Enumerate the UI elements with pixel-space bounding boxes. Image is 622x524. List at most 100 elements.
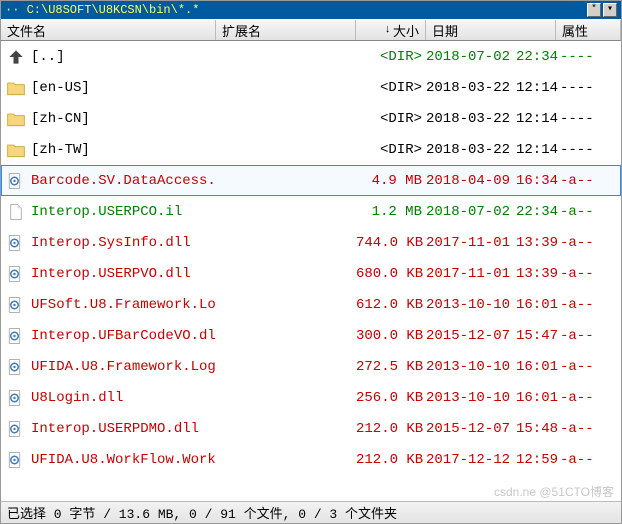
file-row[interactable]: [zh-TW]<DIR>2018-03-2212:14---- — [1, 134, 621, 165]
file-time: 16:01 — [516, 390, 560, 406]
header-name[interactable]: 文件名 — [1, 20, 216, 40]
file-attr: -a-- — [560, 297, 598, 313]
file-attr: -a-- — [560, 390, 598, 406]
file-row[interactable]: Interop.USERPVO.dll 680.0 KB2017-11-0113:… — [1, 258, 621, 289]
file-row[interactable]: U8Login.dll 256.0 KB2013-10-1016:01-a-- — [1, 382, 621, 413]
file-date: 2018-07-02 — [426, 204, 516, 220]
file-date: 2013-10-10 — [426, 390, 516, 406]
dll-icon — [5, 387, 27, 409]
file-size: 212.0 KB — [356, 452, 426, 468]
file-row[interactable]: [..] <DIR>2018-07-0222:34---- — [1, 41, 621, 72]
file-size: 256.0 KB — [356, 390, 426, 406]
status-text: 已选择 0 字节 / 13.6 MB, 0 / 91 个文件, 0 / 3 个文… — [7, 503, 397, 522]
file-size: <DIR> — [356, 49, 426, 65]
file-row[interactable]: UFSoft.U8.Framework.Login.UI.dll 612.0 KB… — [1, 289, 621, 320]
file-attr: ---- — [560, 111, 598, 127]
file-time: 22:34 — [516, 49, 560, 65]
file-time: 13:39 — [516, 235, 560, 251]
file-date: 2018-07-02 — [426, 49, 516, 65]
file-name: Interop.UFBarCodeVO.dll — [31, 328, 216, 344]
file-date: 2018-04-09 — [426, 173, 516, 189]
dll-icon — [5, 356, 27, 378]
folder-icon — [5, 139, 27, 161]
file-row[interactable]: Interop.SysInfo.dll744.0 KB2017-11-0113:… — [1, 227, 621, 258]
file-row[interactable]: Barcode.SV.DataAccess.dll 4.9 MB2018-04-0… — [1, 165, 621, 196]
header-size[interactable]: ↓大小 — [356, 20, 426, 40]
dll-icon — [5, 294, 27, 316]
file-row[interactable]: [zh-CN]<DIR>2018-03-2212:14---- — [1, 103, 621, 134]
file-size: 744.0 KB — [356, 235, 426, 251]
header-attr[interactable]: 属性 — [556, 20, 621, 40]
dll-icon — [5, 325, 27, 347]
file-size: 612.0 KB — [356, 297, 426, 313]
file-size: 212.0 KB — [356, 421, 426, 437]
file-list[interactable]: [..]<DIR>2018-07-0222:34----[en-US]<DIR>… — [1, 41, 621, 501]
file-row[interactable]: Interop.USERPDMO.dll212.0 KB2015-12-0715… — [1, 413, 621, 444]
file-row[interactable]: UFIDA.U8.WorkFlow.WorkList.Common.dll212… — [1, 444, 621, 475]
file-row[interactable]: Interop.UFBarCodeVO.dll300.0 KB2015-12-0… — [1, 320, 621, 351]
file-attr: -a-- — [560, 173, 598, 189]
file-date: 2018-03-22 — [426, 80, 516, 96]
status-bar: 已选择 0 字节 / 13.6 MB, 0 / 91 个文件, 0 / 3 个文… — [1, 501, 621, 523]
file-date: 2017-11-01 — [426, 266, 516, 282]
dll-icon — [5, 449, 27, 471]
file-row[interactable]: [en-US]<DIR>2018-03-2212:14---- — [1, 72, 621, 103]
file-attr: ---- — [560, 80, 598, 96]
header-date[interactable]: 日期 — [426, 20, 556, 40]
file-attr: ---- — [560, 49, 598, 65]
file-time: 13:39 — [516, 266, 560, 282]
file-size: 1.2 MB — [356, 204, 426, 220]
file-name: Interop.USERPVO.dll — [31, 266, 216, 282]
file-icon — [5, 201, 27, 223]
file-name: Interop.SysInfo.dll — [31, 235, 216, 251]
file-attr: -a-- — [560, 204, 598, 220]
file-name: UFSoft.U8.Framework.Login.UI.dll — [31, 297, 216, 313]
dll-icon — [5, 418, 27, 440]
file-row[interactable]: Interop.USERPCO.il1.2 MB2018-07-0222:34-… — [1, 196, 621, 227]
file-date: 2018-03-22 — [426, 142, 516, 158]
file-manager-window: ·· C:\U8SOFT\U8KCSN\bin\*.* * ▾ 文件名 扩展名 … — [0, 0, 622, 524]
file-size: <DIR> — [356, 142, 426, 158]
file-size: 680.0 KB — [356, 266, 426, 282]
file-name: U8Login.dll — [31, 390, 216, 406]
file-size: <DIR> — [356, 80, 426, 96]
titlebar-button-dropdown[interactable]: ▾ — [603, 3, 617, 17]
file-date: 2015-12-07 — [426, 421, 516, 437]
file-time: 15:48 — [516, 421, 560, 437]
file-name: Interop.USERPCO.il — [31, 204, 216, 220]
header-ext[interactable]: 扩展名 — [216, 20, 356, 40]
file-attr: -a-- — [560, 235, 598, 251]
file-time: 15:47 — [516, 328, 560, 344]
file-name: [zh-TW] — [31, 142, 216, 158]
up-icon — [5, 46, 27, 68]
file-time: 16:34 — [516, 173, 560, 189]
file-attr: -a-- — [560, 266, 598, 282]
file-date: 2018-03-22 — [426, 111, 516, 127]
file-attr: -a-- — [560, 359, 598, 375]
file-time: 16:01 — [516, 297, 560, 313]
folder-icon — [5, 108, 27, 130]
titlebar-path: ·· C:\U8SOFT\U8KCSN\bin\*.* — [5, 3, 585, 17]
column-header: 文件名 扩展名 ↓大小 日期 属性 — [1, 19, 621, 41]
titlebar-button-toggle[interactable]: * — [587, 3, 601, 17]
file-time: 12:14 — [516, 142, 560, 158]
file-date: 2013-10-10 — [426, 297, 516, 313]
file-name: Barcode.SV.DataAccess.dll — [31, 173, 216, 189]
file-date: 2017-12-12 — [426, 452, 516, 468]
file-size: 272.5 KB — [356, 359, 426, 375]
file-name: [en-US] — [31, 80, 216, 96]
file-name: [..] — [31, 49, 216, 65]
dll-icon — [5, 263, 27, 285]
file-size: 300.0 KB — [356, 328, 426, 344]
file-row[interactable]: UFIDA.U8.Framework.Login.UIForm.dll 272.5… — [1, 351, 621, 382]
file-attr: -a-- — [560, 421, 598, 437]
dll-icon — [5, 232, 27, 254]
file-size: <DIR> — [356, 111, 426, 127]
dll-icon — [5, 170, 27, 192]
file-name: UFIDA.U8.Framework.Login.UIForm.dll — [31, 359, 216, 375]
file-time: 16:01 — [516, 359, 560, 375]
file-size: 4.9 MB — [356, 173, 426, 189]
file-name: [zh-CN] — [31, 111, 216, 127]
file-attr: -a-- — [560, 328, 598, 344]
file-attr: -a-- — [560, 452, 598, 468]
